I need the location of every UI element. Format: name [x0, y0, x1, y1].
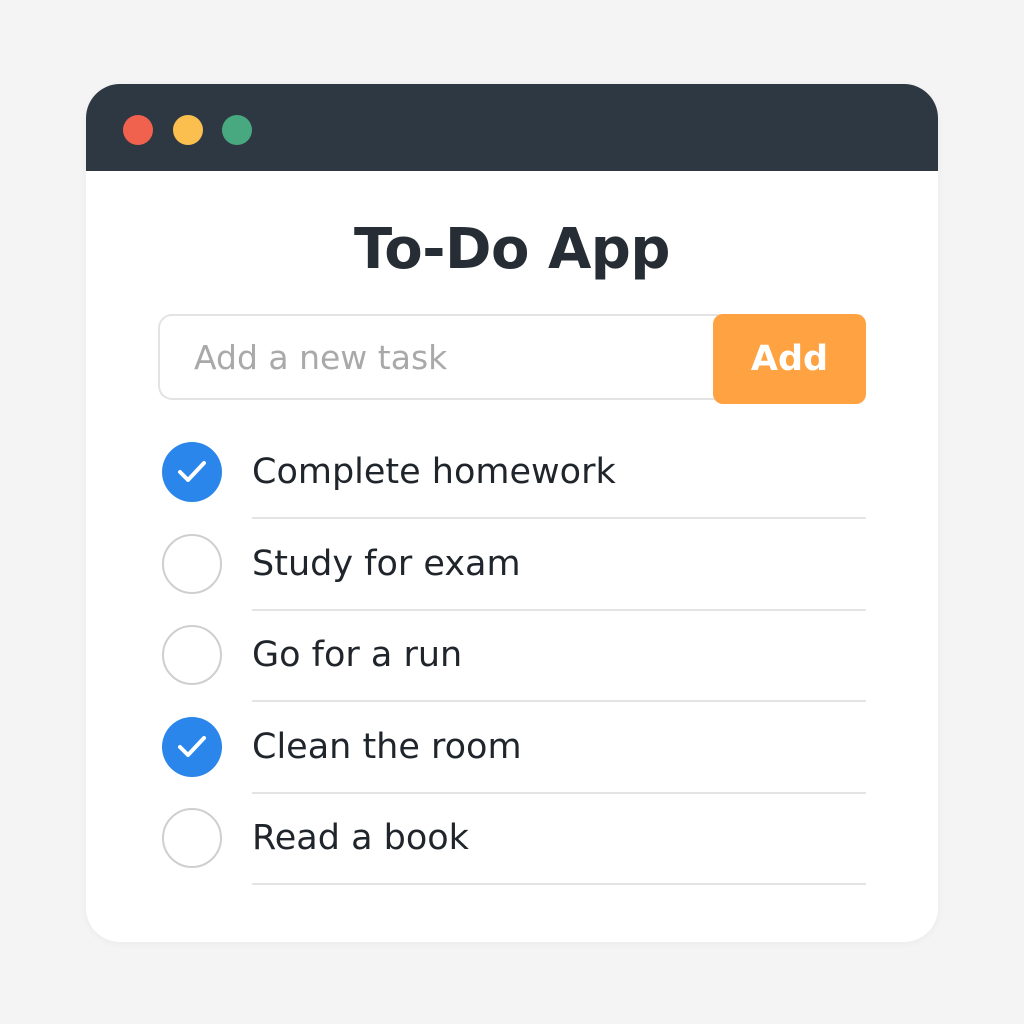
- window-titlebar: [86, 84, 938, 171]
- task-item[interactable]: Complete homework: [86, 428, 938, 520]
- task-item[interactable]: Read a book: [86, 794, 938, 886]
- task-item[interactable]: Go for a run: [86, 611, 938, 703]
- task-item[interactable]: Study for exam: [86, 520, 938, 612]
- task-divider: [252, 883, 866, 885]
- check-icon: [178, 735, 206, 757]
- new-task-input[interactable]: [158, 314, 758, 400]
- task-checkbox[interactable]: [162, 808, 222, 868]
- app-window: To-Do App Add Complete homework Study fo…: [86, 84, 938, 942]
- maximize-window-button[interactable]: [222, 115, 252, 145]
- add-task-button[interactable]: Add: [713, 314, 866, 404]
- task-list: Complete homework Study for exam Go for …: [86, 428, 938, 886]
- task-item[interactable]: Clean the room: [86, 703, 938, 795]
- close-window-button[interactable]: [123, 115, 153, 145]
- task-checkbox[interactable]: [162, 442, 222, 502]
- new-task-row: Add: [158, 314, 866, 404]
- task-checkbox[interactable]: [162, 533, 222, 594]
- task-label: Go for a run: [252, 635, 463, 675]
- page-title: To-Do App: [354, 217, 670, 282]
- task-checkbox[interactable]: [162, 716, 222, 777]
- minimize-window-button[interactable]: [173, 115, 203, 145]
- check-icon: [178, 461, 206, 482]
- task-label: Read a book: [252, 818, 469, 858]
- task-checkbox[interactable]: [162, 625, 222, 685]
- task-label: Clean the room: [252, 726, 522, 767]
- task-label: Study for exam: [252, 543, 521, 584]
- task-label: Complete homework: [252, 452, 616, 492]
